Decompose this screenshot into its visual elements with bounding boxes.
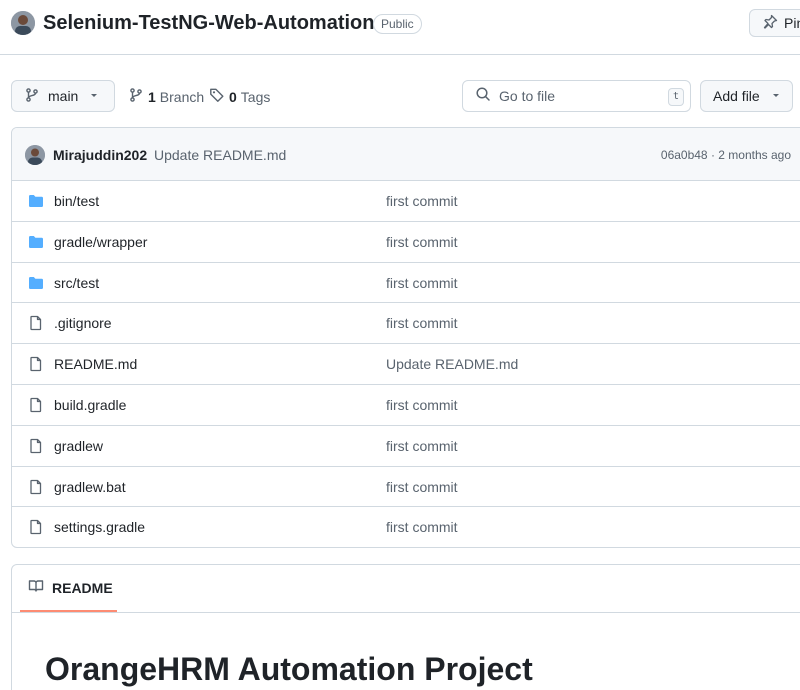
chevron-down-icon bbox=[86, 87, 102, 106]
go-to-file-input[interactable] bbox=[499, 88, 649, 104]
branch-count: 1 bbox=[148, 88, 156, 105]
file-name-link[interactable]: settings.gradle bbox=[54, 519, 145, 535]
file-icon bbox=[28, 519, 44, 535]
file-name-link[interactable]: gradle/wrapper bbox=[54, 234, 147, 250]
file-commit-message-link[interactable]: first commit bbox=[386, 479, 458, 495]
file-row[interactable]: settings.gradle first commit bbox=[12, 507, 800, 547]
readme-tab[interactable]: README bbox=[20, 565, 117, 612]
branch-count-label: Branch bbox=[159, 88, 205, 105]
file-row[interactable]: bin/test first commit bbox=[12, 181, 800, 222]
file-name-link[interactable]: README.md bbox=[54, 356, 137, 372]
tag-icon bbox=[209, 87, 225, 106]
commit-message-link[interactable]: Update README.md bbox=[154, 147, 286, 163]
shortcut-key-hint: t bbox=[668, 88, 684, 106]
file-commit-message-link[interactable]: first commit bbox=[386, 397, 458, 413]
file-row[interactable]: .gitignore first commit bbox=[12, 303, 800, 345]
file-icon bbox=[28, 479, 44, 495]
file-name-link[interactable]: bin/test bbox=[54, 193, 99, 209]
branches-link[interactable]: 1 Branch bbox=[128, 87, 204, 106]
visibility-badge: Public bbox=[373, 14, 422, 34]
repo-name[interactable]: Selenium-TestNG-Web-Automation bbox=[43, 10, 374, 36]
commit-author-link[interactable]: Mirajuddin202 bbox=[53, 147, 147, 163]
commit-author-avatar[interactable] bbox=[25, 145, 45, 165]
file-row[interactable]: gradlew first commit bbox=[12, 426, 800, 467]
git-branch-icon bbox=[24, 87, 40, 106]
folder-icon bbox=[28, 193, 44, 209]
file-name-link[interactable]: gradlew.bat bbox=[54, 479, 126, 495]
readme-panel: README OrangeHRM Automation Project bbox=[11, 564, 800, 690]
file-icon bbox=[28, 397, 44, 413]
file-commit-message-link[interactable]: first commit bbox=[386, 193, 458, 209]
readme-divider bbox=[12, 612, 800, 613]
folder-icon bbox=[28, 275, 44, 291]
file-commit-message-link[interactable]: first commit bbox=[386, 275, 458, 291]
file-browser: Mirajuddin202 Update README.md 06a0b48 ·… bbox=[11, 127, 800, 548]
folder-icon bbox=[28, 234, 44, 250]
file-list: bin/test first commit gradle/wrapper first … bbox=[12, 181, 800, 547]
git-branch-icon bbox=[128, 87, 144, 106]
file-row[interactable]: gradle/wrapper first commit bbox=[12, 222, 800, 263]
go-to-file-search[interactable]: t bbox=[462, 80, 691, 112]
latest-commit-bar: Mirajuddin202 Update README.md 06a0b48 ·… bbox=[12, 128, 800, 181]
file-name-link[interactable]: gradlew bbox=[54, 438, 103, 454]
readme-heading: OrangeHRM Automation Project bbox=[45, 651, 533, 687]
file-commit-message-link[interactable]: first commit bbox=[386, 234, 458, 250]
file-commit-message-link[interactable]: first commit bbox=[386, 438, 458, 454]
commit-hash-time[interactable]: 06a0b48 · 2 months ago bbox=[661, 148, 791, 162]
file-name-link[interactable]: src/test bbox=[54, 275, 99, 291]
file-commit-message-link[interactable]: first commit bbox=[386, 519, 458, 535]
pin-label: Pin bbox=[784, 15, 800, 31]
tag-count-label: Tags bbox=[240, 88, 271, 105]
pin-icon bbox=[762, 14, 778, 33]
file-row[interactable]: build.gradle first commit bbox=[12, 385, 800, 426]
file-row[interactable]: gradlew.bat first commit bbox=[12, 467, 800, 508]
file-name-link[interactable]: build.gradle bbox=[54, 397, 126, 413]
chevron-down-icon bbox=[768, 87, 784, 106]
book-icon bbox=[28, 578, 44, 597]
add-file-button[interactable]: Add file bbox=[700, 80, 793, 112]
readme-tab-label: README bbox=[52, 579, 113, 596]
branch-select-button[interactable]: main bbox=[11, 80, 115, 112]
file-name-link[interactable]: .gitignore bbox=[54, 315, 112, 331]
file-commit-message-link[interactable]: Update README.md bbox=[386, 356, 518, 372]
repo-header: Selenium-TestNG-Web-Automation Public Pi… bbox=[0, 0, 800, 55]
file-icon bbox=[28, 315, 44, 331]
file-row[interactable]: README.md Update README.md bbox=[12, 344, 800, 385]
branch-name: main bbox=[48, 88, 79, 104]
file-row[interactable]: src/test first commit bbox=[12, 263, 800, 304]
file-icon bbox=[28, 438, 44, 454]
owner-avatar[interactable] bbox=[11, 11, 35, 35]
pin-button[interactable]: Pin bbox=[749, 9, 800, 37]
tag-count: 0 bbox=[229, 88, 237, 105]
tags-link[interactable]: 0 Tags bbox=[209, 87, 270, 106]
file-icon bbox=[28, 356, 44, 372]
add-file-label: Add file bbox=[713, 88, 760, 104]
file-commit-message-link[interactable]: first commit bbox=[386, 315, 458, 331]
search-icon bbox=[475, 86, 491, 107]
